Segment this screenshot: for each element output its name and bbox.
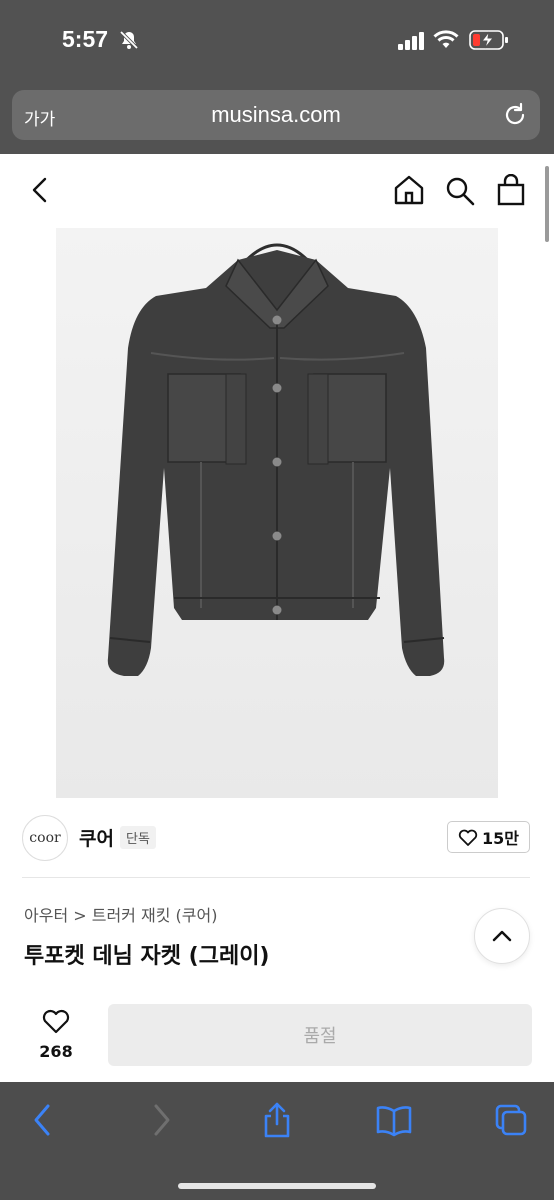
denim-jacket-image [107, 243, 445, 676]
shopping-bag-icon[interactable] [496, 174, 526, 206]
forward-icon[interactable] [150, 1102, 174, 1138]
product-image[interactable] [56, 228, 498, 798]
address-bar[interactable]: 가가 musinsa.com [12, 90, 540, 140]
reload-icon[interactable] [502, 102, 528, 128]
breadcrumb[interactable]: 아우터 > 트러커 재킷 (쿠어) [24, 902, 217, 926]
back-arrow-icon[interactable] [28, 176, 52, 204]
url-text[interactable]: musinsa.com [12, 102, 540, 128]
cellular-signal-icon [398, 32, 424, 50]
status-time: 5:57 [62, 26, 109, 52]
bookmarks-icon[interactable] [376, 1102, 412, 1138]
sold-out-button[interactable]: 품절 [108, 1004, 532, 1066]
brand-name[interactable]: 쿠어 [79, 824, 114, 851]
wishlist-button[interactable]: 268 [34, 1008, 78, 1061]
exclusive-badge: 단독 [120, 826, 156, 849]
site-header [0, 154, 554, 242]
status-bar: 5:57 [0, 0, 554, 84]
heart-icon [458, 829, 478, 846]
heart-icon [42, 1009, 70, 1034]
home-icon[interactable] [393, 174, 425, 206]
bell-muted-icon [119, 30, 139, 50]
chevron-up-icon [492, 930, 512, 942]
wifi-icon [433, 30, 459, 48]
brand-logo[interactable]: coor [22, 815, 68, 861]
browser-toolbar [0, 1082, 554, 1200]
home-indicator[interactable] [178, 1183, 376, 1189]
scroll-to-top-button[interactable] [474, 908, 530, 964]
share-icon[interactable] [261, 1102, 293, 1138]
search-icon[interactable] [444, 175, 476, 207]
web-page: coor 쿠어 단독 15만 아우터 > 트러커 재킷 (쿠어) 투포켓 데님 … [0, 154, 554, 1082]
purchase-bar: 268 품절 [0, 988, 554, 1082]
brand-like-count: 15만 [482, 829, 519, 848]
page-scrollbar[interactable] [545, 166, 549, 242]
product-title: 투포켓 데님 자켓 (그레이) [24, 944, 270, 969]
back-icon[interactable] [30, 1102, 54, 1138]
brand-like-button[interactable]: 15만 [447, 821, 530, 853]
tabs-icon[interactable] [494, 1102, 528, 1138]
browser-chrome: 5:57 가가 musinsa.com [0, 0, 554, 154]
battery-charging-icon [469, 30, 508, 50]
wishlist-count: 268 [39, 1042, 73, 1061]
brand-row: coor 쿠어 단독 15만 [22, 798, 530, 878]
